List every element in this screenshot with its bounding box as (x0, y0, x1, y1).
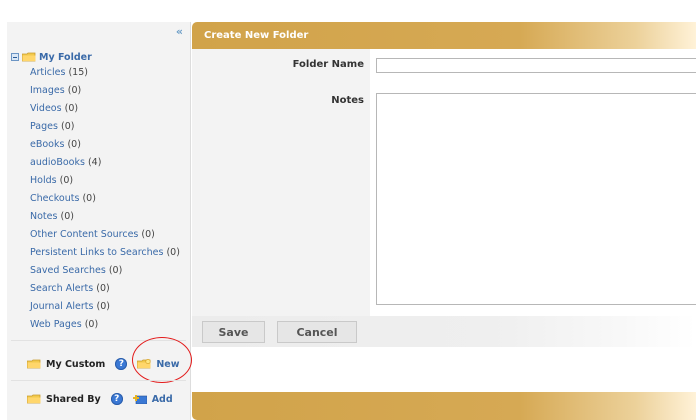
folder-tree: My Folder Articles (15) Images (0) Video… (11, 50, 190, 334)
folder-item-ebooks[interactable]: eBooks (0) (11, 136, 190, 154)
help-icon[interactable]: ? (115, 358, 128, 370)
folder-item-audiobooks[interactable]: audioBooks (4) (11, 154, 190, 172)
panel-header: Create New Folder (192, 22, 696, 49)
sidebar: « My Folder Articles (15) Images (0) Vid… (7, 22, 192, 420)
folder-item-checkouts[interactable]: Checkouts (0) (11, 190, 190, 208)
shared-by-row: Shared By ? Add (27, 393, 173, 405)
my-folder-node[interactable]: My Folder (11, 50, 190, 64)
folder-icon (27, 394, 41, 404)
notes-label: Notes (331, 95, 364, 106)
my-folder-label: My Folder (39, 51, 92, 63)
form-labels-column: Folder Name Notes (192, 49, 370, 316)
folder-name-input[interactable] (376, 58, 696, 73)
folder-item-search-alerts[interactable]: Search Alerts (0) (11, 280, 190, 298)
help-icon[interactable]: ? (110, 393, 123, 405)
cancel-button[interactable]: Cancel (277, 321, 357, 343)
folder-item-notes[interactable]: Notes (0) (11, 208, 190, 226)
sidebar-divider (11, 380, 186, 381)
form-button-bar: Save Cancel (192, 316, 696, 347)
folder-name-label: Folder Name (292, 59, 364, 70)
panel-title: Create New Folder (204, 30, 309, 41)
folder-item-videos[interactable]: Videos (0) (11, 100, 190, 118)
folder-icon (22, 52, 36, 62)
save-button[interactable]: Save (202, 321, 265, 343)
panel-footer (192, 392, 696, 420)
add-label: Add (151, 393, 173, 405)
shared-by-label: Shared By (46, 393, 101, 405)
folder-item-other-content-sources[interactable]: Other Content Sources (0) (11, 226, 190, 244)
collapse-tree-icon[interactable] (11, 53, 19, 61)
add-folder-icon (132, 394, 147, 404)
collapse-sidebar-button[interactable]: « (176, 25, 183, 38)
folder-icon (27, 359, 41, 369)
folder-item-holds[interactable]: Holds (0) (11, 172, 190, 190)
folder-item-persistent-links[interactable]: Persistent Links to Searches (0) (11, 244, 190, 262)
folder-item-images[interactable]: Images (0) (11, 82, 190, 100)
my-custom-label: My Custom (46, 358, 106, 370)
folder-item-saved-searches[interactable]: Saved Searches (0) (11, 262, 190, 280)
folder-item-articles[interactable]: Articles (15) (11, 64, 190, 82)
highlight-circle (132, 337, 192, 383)
notes-textarea[interactable] (376, 93, 696, 305)
folder-item-web-pages[interactable]: Web Pages (0) (11, 316, 190, 334)
add-shared-button[interactable]: Add (132, 393, 173, 405)
create-folder-form: Folder Name Notes (192, 49, 696, 316)
folder-item-pages[interactable]: Pages (0) (11, 118, 190, 136)
folder-item-journal-alerts[interactable]: Journal Alerts (0) (11, 298, 190, 316)
